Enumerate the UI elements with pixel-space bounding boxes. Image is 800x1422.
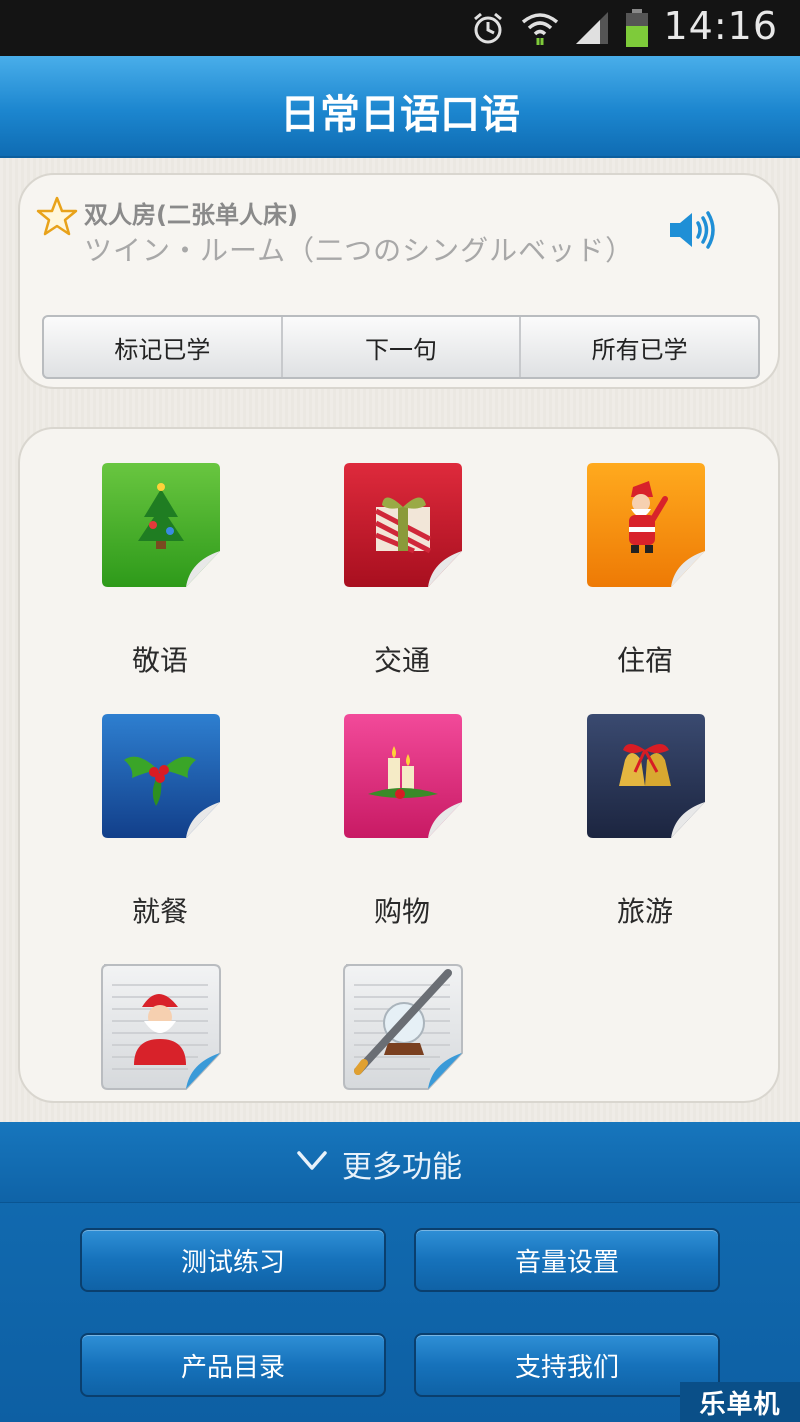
category-label: 旅游 xyxy=(616,895,673,928)
speaker-icon[interactable] xyxy=(668,209,718,251)
clock: 14:16 xyxy=(663,4,778,48)
more-functions-label: 更多功能 xyxy=(342,1150,462,1185)
category-dining[interactable]: 就餐 xyxy=(40,710,240,940)
category-snowglobe-notepad[interactable] xyxy=(282,961,482,1101)
category-grid: 敬语 交通 住宿 就餐 购物 旅游 xyxy=(18,427,780,1103)
category-transport[interactable]: 交通 xyxy=(282,459,482,689)
bells-icon xyxy=(587,714,705,838)
signal-icon xyxy=(576,12,608,44)
gift-box-icon xyxy=(344,463,462,587)
category-label: 购物 xyxy=(373,895,430,928)
category-santa-notepad[interactable] xyxy=(40,961,240,1101)
phrase-chinese: 双人房(二张单人床) xyxy=(84,201,298,229)
candles-icon xyxy=(344,714,462,838)
category-label: 住宿 xyxy=(616,644,673,677)
next-phrase-button[interactable]: 下一句 xyxy=(283,317,522,377)
battery-icon xyxy=(626,9,648,47)
snowglobe-pen-notepad-icon xyxy=(343,964,463,1090)
category-label: 就餐 xyxy=(131,895,188,928)
santa-claus-icon xyxy=(587,463,705,587)
category-label: 敬语 xyxy=(131,644,188,677)
category-shopping[interactable]: 购物 xyxy=(282,710,482,940)
more-functions-toggle[interactable]: 更多功能 xyxy=(0,1122,800,1203)
alarm-icon xyxy=(474,12,502,44)
christmas-tree-icon xyxy=(102,463,220,587)
star-icon[interactable] xyxy=(36,195,78,237)
status-icons xyxy=(470,8,650,48)
product-catalog-button[interactable]: 产品目录 xyxy=(80,1333,386,1397)
category-keigo[interactable]: 敬语 xyxy=(40,459,240,689)
title-bar: 日常日语口语 xyxy=(0,56,800,158)
santa-notepad-icon xyxy=(101,964,221,1090)
bottom-panel: 更多功能 测试练习 音量设置 产品目录 支持我们 xyxy=(0,1122,800,1422)
holly-icon xyxy=(102,714,220,838)
mark-learned-button[interactable]: 标记已学 xyxy=(44,317,283,377)
page-title: 日常日语口语 xyxy=(280,92,520,138)
category-label: 交通 xyxy=(373,644,430,677)
category-lodging[interactable]: 住宿 xyxy=(525,459,725,689)
support-us-button[interactable]: 支持我们 xyxy=(414,1333,720,1397)
all-learned-button[interactable]: 所有已学 xyxy=(521,317,758,377)
phrase-card: 双人房(二张单人床) ツイン・ルーム（二つのシングルベッド） 标记已学 下一句 … xyxy=(18,173,780,389)
phrase-japanese: ツイン・ルーム（二つのシングルベッド） xyxy=(84,234,635,267)
status-bar: 14:16 xyxy=(0,0,800,56)
volume-settings-button[interactable]: 音量设置 xyxy=(414,1228,720,1292)
wifi-icon xyxy=(521,13,559,45)
phrase-action-bar: 标记已学 下一句 所有已学 xyxy=(42,315,760,379)
watermark-logo: 乐单机 xyxy=(680,1382,800,1422)
practice-test-button[interactable]: 测试练习 xyxy=(80,1228,386,1292)
category-travel[interactable]: 旅游 xyxy=(525,710,725,940)
chevron-down-icon xyxy=(297,1151,327,1170)
